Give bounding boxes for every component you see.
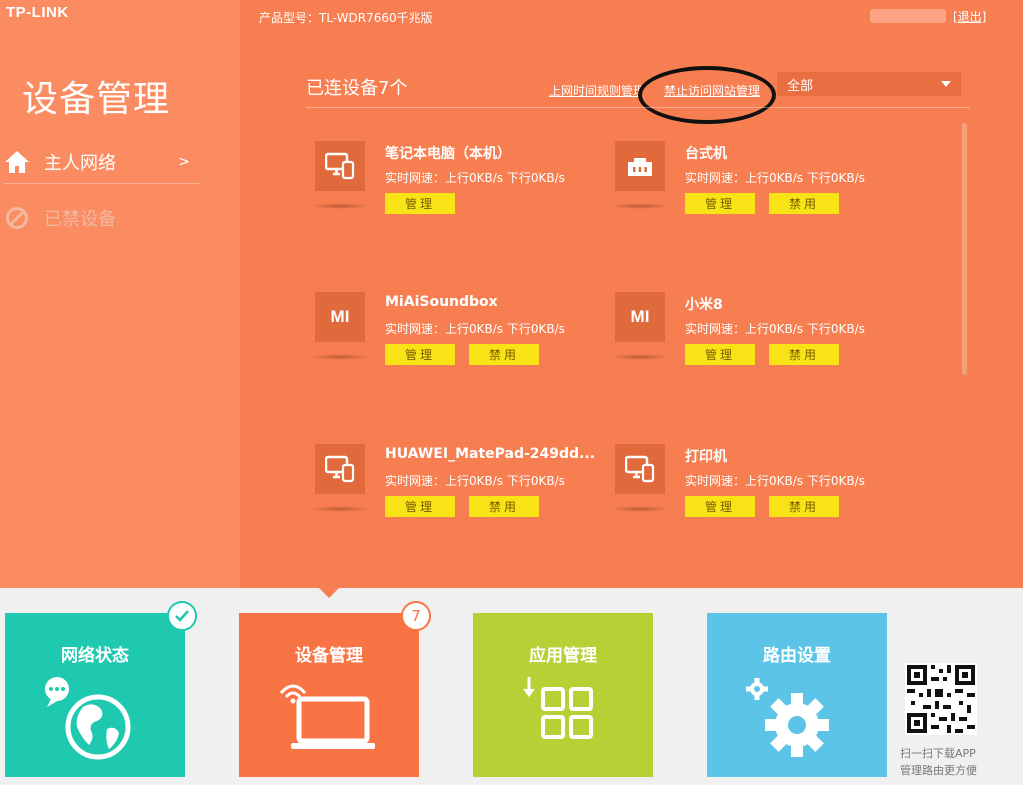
device-card: 台式机 实时网速：上行0KB/s 下行0KB/s 管理 禁用 <box>609 141 895 261</box>
tile-label: 路由设置 <box>763 646 831 666</box>
mi-logo: MI <box>615 292 665 342</box>
tile-label: 网络状态 <box>61 646 129 666</box>
manage-button[interactable]: 管理 <box>685 193 755 214</box>
manage-button[interactable]: 管理 <box>685 344 755 365</box>
device-name: 笔记本电脑（本机） <box>385 146 511 162</box>
ethernet-icon <box>615 141 665 191</box>
tile-device-management[interactable]: 设备管理 <box>239 613 419 777</box>
device-count-badge: 7 <box>401 601 431 631</box>
sidebar-item-label: 已禁设备 <box>44 209 116 230</box>
active-tab-pointer <box>319 588 339 598</box>
check-badge-icon <box>167 601 197 631</box>
globe-chat-icon <box>5 671 185 771</box>
sidebar-item-label: 主人网络 <box>44 152 116 174</box>
block-button[interactable]: 禁用 <box>469 496 539 517</box>
device-name: 打印机 <box>685 449 727 465</box>
qr-caption: 扫一扫下载APP 管理路由更方便 <box>900 747 977 777</box>
tile-label: 应用管理 <box>529 646 597 666</box>
tile-router-settings[interactable]: 路由设置 <box>707 613 887 777</box>
device-speed: 实时网速：上行0KB/s 下行0KB/s <box>685 171 865 185</box>
tile-label: 设备管理 <box>295 646 363 666</box>
block-button[interactable]: 禁用 <box>469 344 539 365</box>
tp-link-logo: TP-LINK <box>6 4 69 21</box>
device-speed: 实时网速：上行0KB/s 下行0KB/s <box>685 474 865 488</box>
connected-count: 已连设备7个 <box>306 78 408 99</box>
device-name: 小米8 <box>685 297 723 313</box>
sidebar-item-blocked-devices[interactable]: 已禁设备 <box>4 196 200 240</box>
filter-value: 全部 <box>787 79 814 94</box>
laptop-phone-icon <box>315 141 365 191</box>
laptop-phone-icon <box>615 444 665 494</box>
device-speed: 实时网速：上行0KB/s 下行0KB/s <box>685 322 865 336</box>
device-speed: 实时网速：上行0KB/s 下行0KB/s <box>385 322 565 336</box>
block-button[interactable]: 禁用 <box>769 193 839 214</box>
mi-logo: MI <box>315 292 365 342</box>
chevron-down-icon <box>941 81 951 87</box>
annotation-circle <box>638 66 776 124</box>
device-speed: 实时网速：上行0KB/s 下行0KB/s <box>385 474 565 488</box>
ban-icon <box>4 205 30 231</box>
block-button[interactable]: 禁用 <box>769 344 839 365</box>
tile-app-management[interactable]: 应用管理 <box>473 613 653 777</box>
chevron-right-icon: > <box>178 153 190 170</box>
device-card: 打印机 实时网速：上行0KB/s 下行0KB/s 管理 禁用 <box>609 444 895 564</box>
product-model: 产品型号：TL-WDR7660千兆版 <box>259 11 433 25</box>
device-card: HUAWEI_MatePad-249dd... 实时网速：上行0KB/s 下行0… <box>309 444 596 564</box>
device-speed: 实时网速：上行0KB/s 下行0KB/s <box>385 171 565 185</box>
block-button[interactable]: 禁用 <box>769 496 839 517</box>
device-card: MI MiAiSoundbox 实时网速：上行0KB/s 下行0KB/s 管理 … <box>309 292 595 412</box>
manage-button[interactable]: 管理 <box>385 344 455 365</box>
home-icon <box>4 149 30 175</box>
tile-network-status[interactable]: 网络状态 <box>5 613 185 777</box>
sidebar-title: 设备管理 <box>22 79 171 120</box>
device-name: HUAWEI_MatePad-249dd... <box>385 446 596 462</box>
laptop-wifi-icon <box>239 671 419 771</box>
divider <box>306 107 970 108</box>
manage-button[interactable]: 管理 <box>685 496 755 517</box>
laptop-phone-icon <box>315 444 365 494</box>
device-name: MiAiSoundbox <box>385 294 498 310</box>
gears-icon <box>707 671 887 771</box>
sidebar: TP-LINK 设备管理 主人网络 > 已禁设备 <box>0 0 240 588</box>
schedule-rules-link[interactable]: 上网时间规则管理 <box>549 82 641 99</box>
device-filter-select[interactable]: 全部 <box>777 72 961 96</box>
user-info-blurred <box>870 9 946 23</box>
scrollbar[interactable] <box>962 123 967 375</box>
device-card: MI 小米8 实时网速：上行0KB/s 下行0KB/s 管理 禁用 <box>609 292 895 412</box>
sidebar-item-host-network[interactable]: 主人网络 > <box>4 140 200 184</box>
logout-link[interactable]: [退出] <box>953 8 986 25</box>
app-grid-icon <box>473 671 653 771</box>
qr-code <box>905 663 977 735</box>
device-card: 笔记本电脑（本机） 实时网速：上行0KB/s 下行0KB/s 管理 <box>309 141 595 261</box>
manage-button[interactable]: 管理 <box>385 496 455 517</box>
device-name: 台式机 <box>685 146 727 162</box>
manage-button[interactable]: 管理 <box>385 193 455 214</box>
